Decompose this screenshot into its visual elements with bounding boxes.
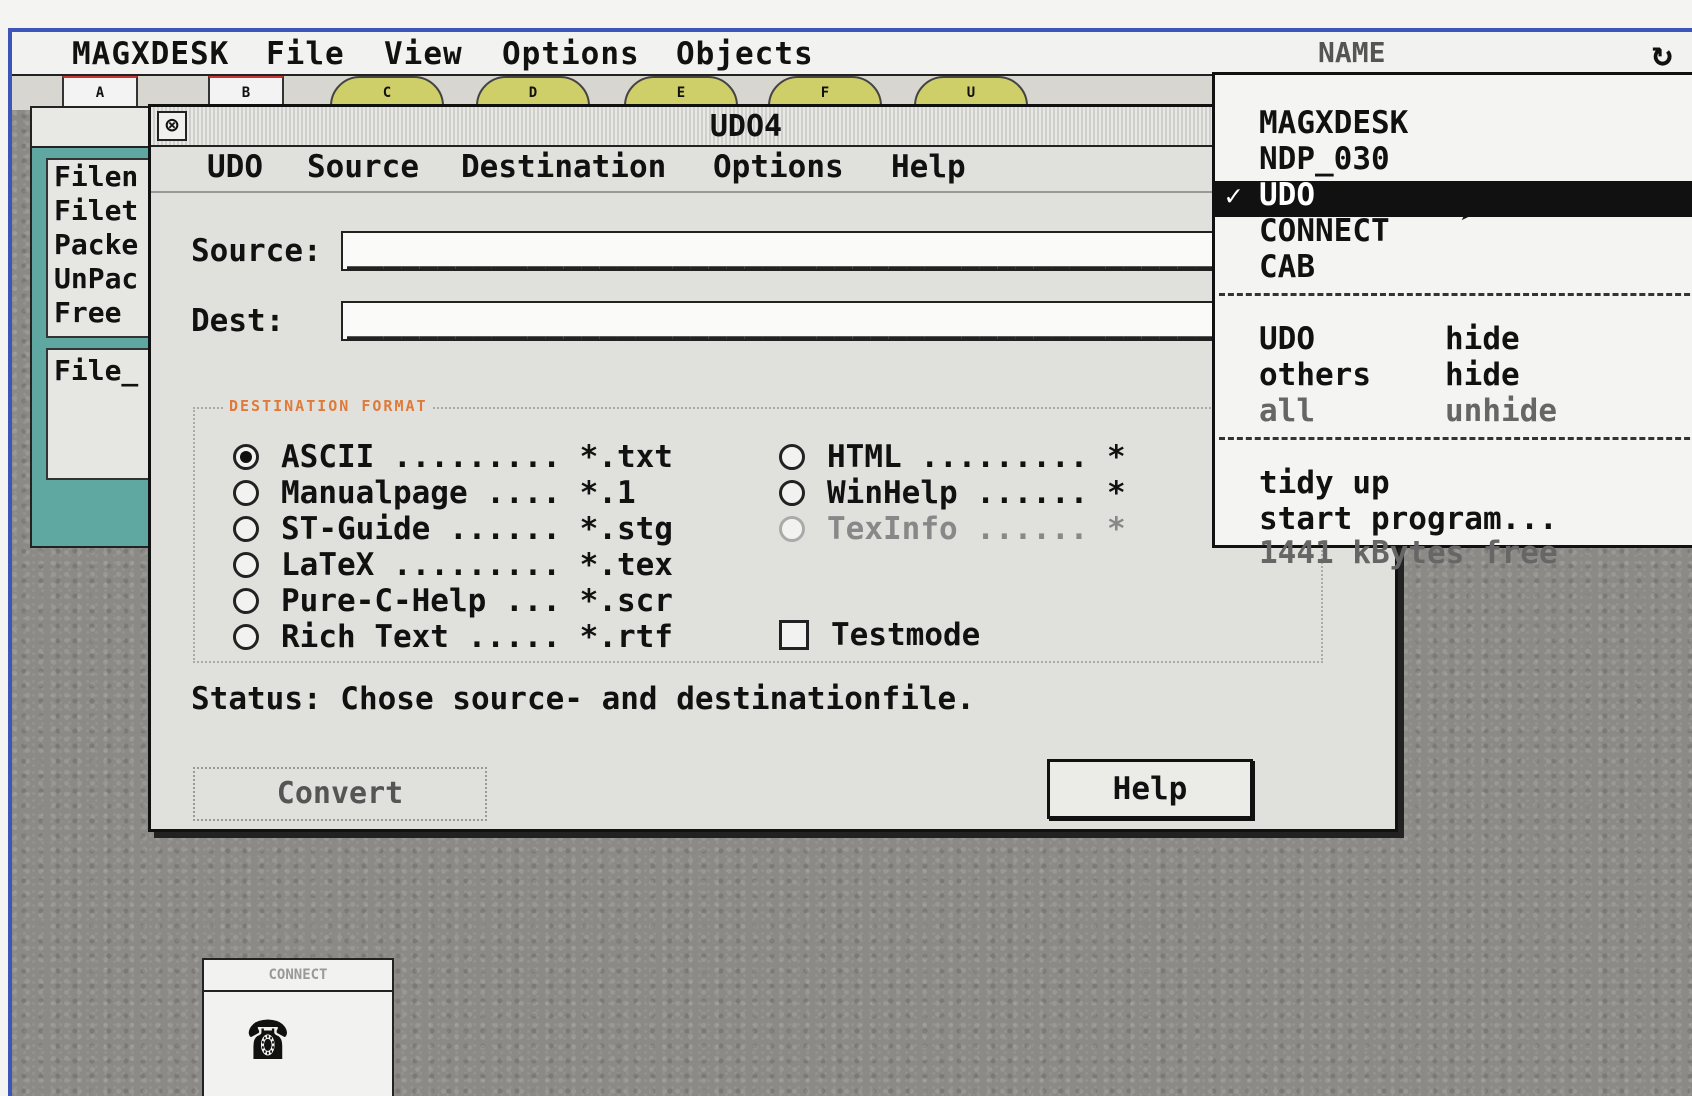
- radio-selected-icon[interactable]: [233, 444, 259, 470]
- app-switcher-dropdown: ✓ MAGXDESK NDP_030 UDO CONNECT CAB UDO h…: [1212, 72, 1692, 571]
- menu-objects[interactable]: Objects: [676, 36, 814, 72]
- destination-format-title: DESTINATION FORMAT: [225, 397, 432, 415]
- dialog-menu-source[interactable]: Source: [307, 149, 419, 185]
- format-label: ASCII ......... *.txt: [281, 439, 673, 475]
- visibility-target: all: [1259, 393, 1315, 429]
- format-option-texinfo: TexInfo ...... *: [779, 511, 1126, 547]
- testmode-checkbox[interactable]: [779, 620, 809, 650]
- testmode-checkbox-row[interactable]: Testmode: [779, 617, 980, 653]
- dialog-menu-help[interactable]: Help: [891, 149, 966, 185]
- drive-label: E: [676, 85, 686, 101]
- drive-a-icon[interactable]: A: [62, 76, 138, 110]
- visibility-target[interactable]: UDO: [1259, 321, 1315, 357]
- menu-magxdesk[interactable]: MAGXDESK: [72, 36, 229, 72]
- checkmark-icon: ✓: [1225, 179, 1242, 212]
- menu-separator: [1219, 293, 1692, 296]
- drive-label: B: [241, 85, 251, 101]
- radio-icon[interactable]: [779, 480, 805, 506]
- radio-icon[interactable]: [233, 552, 259, 578]
- app-item-connect[interactable]: CONNECT: [1259, 213, 1390, 249]
- drive-label: C: [382, 85, 392, 101]
- app-name-menu[interactable]: NAME: [1318, 36, 1385, 69]
- testmode-label: Testmode: [831, 617, 981, 653]
- app-item-cab[interactable]: CAB: [1259, 249, 1315, 285]
- dest-label: Dest:: [191, 303, 285, 339]
- drive-label: U: [966, 85, 976, 101]
- dialog-titlebar[interactable]: ⊗ UDO4: [151, 107, 1395, 147]
- drive-label: D: [528, 85, 538, 101]
- radio-icon[interactable]: [233, 516, 259, 542]
- source-label: Source:: [191, 233, 322, 269]
- dialog-menu-destination[interactable]: Destination: [461, 149, 666, 185]
- telephone-icon[interactable]: ☎: [248, 1004, 288, 1070]
- format-label: WinHelp ...... *: [827, 475, 1126, 511]
- radio-icon[interactable]: [233, 480, 259, 506]
- format-option-rich-text[interactable]: Rich Text ..... *.rtf: [233, 619, 673, 655]
- format-label: HTML ......... *: [827, 439, 1126, 475]
- connect-window[interactable]: CONNECT ☎: [202, 958, 394, 1096]
- dialog-menu-udo[interactable]: UDO: [207, 149, 263, 185]
- radio-icon[interactable]: [779, 444, 805, 470]
- menu-options[interactable]: Options: [502, 36, 640, 72]
- hide-udo-action[interactable]: hide: [1445, 321, 1520, 357]
- dialog-menu-bar: UDO Source Destination Options Help: [151, 147, 1395, 193]
- radio-disabled-icon: [779, 516, 805, 542]
- menu-view[interactable]: View: [384, 36, 463, 72]
- drive-label: A: [95, 85, 105, 101]
- format-label: Manualpage .... *.1: [281, 475, 636, 511]
- drive-label: F: [820, 85, 830, 101]
- help-button[interactable]: Help: [1047, 759, 1253, 819]
- format-option-winhelp[interactable]: WinHelp ...... *: [779, 475, 1126, 511]
- mouse-pointer-icon: ➤: [1460, 198, 1477, 231]
- start-program-item[interactable]: start program...: [1259, 501, 1558, 537]
- dialog-title: UDO4: [709, 109, 783, 144]
- format-option-stguide[interactable]: ST-Guide ...... *.stg: [233, 511, 673, 547]
- format-option-latex[interactable]: LaTeX ......... *.tex: [233, 547, 673, 583]
- menu-file[interactable]: File: [266, 36, 345, 72]
- radio-icon[interactable]: [233, 624, 259, 650]
- dialog-menu-options[interactable]: Options: [713, 149, 844, 185]
- format-label: ST-Guide ...... *.stg: [281, 511, 673, 547]
- tidy-up-item[interactable]: tidy up: [1259, 465, 1390, 501]
- format-label: TexInfo ...... *: [827, 511, 1126, 547]
- format-option-purec-help[interactable]: Pure-C-Help ... *.scr: [233, 583, 673, 619]
- connect-window-title[interactable]: CONNECT: [204, 960, 392, 992]
- visibility-target[interactable]: others: [1259, 357, 1371, 393]
- menu-separator: [1219, 437, 1692, 440]
- format-option-manualpage[interactable]: Manualpage .... *.1: [233, 475, 636, 511]
- free-memory-text: 1441 kBytes free: [1259, 535, 1558, 571]
- app-item-udo[interactable]: UDO: [1259, 177, 1315, 213]
- format-label: LaTeX ......... *.tex: [281, 547, 673, 583]
- radio-icon[interactable]: [233, 588, 259, 614]
- udo-dialog: ⊗ UDO4 UDO Source Destination Options He…: [148, 104, 1401, 832]
- format-label: Rich Text ..... *.rtf: [281, 619, 673, 655]
- app-item-ndp030[interactable]: NDP_030: [1259, 141, 1390, 177]
- convert-button[interactable]: Convert: [193, 767, 487, 821]
- status-text: Status: Chose source- and destinationfil…: [191, 681, 975, 717]
- destination-format-group: DESTINATION FORMAT ASCII ......... *.txt…: [193, 397, 1323, 663]
- app-item-magxdesk[interactable]: MAGXDESK: [1259, 105, 1408, 141]
- desktop: MAGXDESK File View Options Objects NAME …: [8, 28, 1692, 1096]
- format-option-ascii[interactable]: ASCII ......... *.txt: [233, 439, 673, 475]
- format-option-html[interactable]: HTML ......... *: [779, 439, 1126, 475]
- menu-bar: MAGXDESK File View Options Objects NAME …: [12, 32, 1692, 76]
- unhide-all-action: unhide: [1445, 393, 1557, 429]
- hide-others-action[interactable]: hide: [1445, 357, 1520, 393]
- format-label: Pure-C-Help ... *.scr: [281, 583, 673, 619]
- refresh-icon[interactable]: ↻: [1652, 34, 1672, 74]
